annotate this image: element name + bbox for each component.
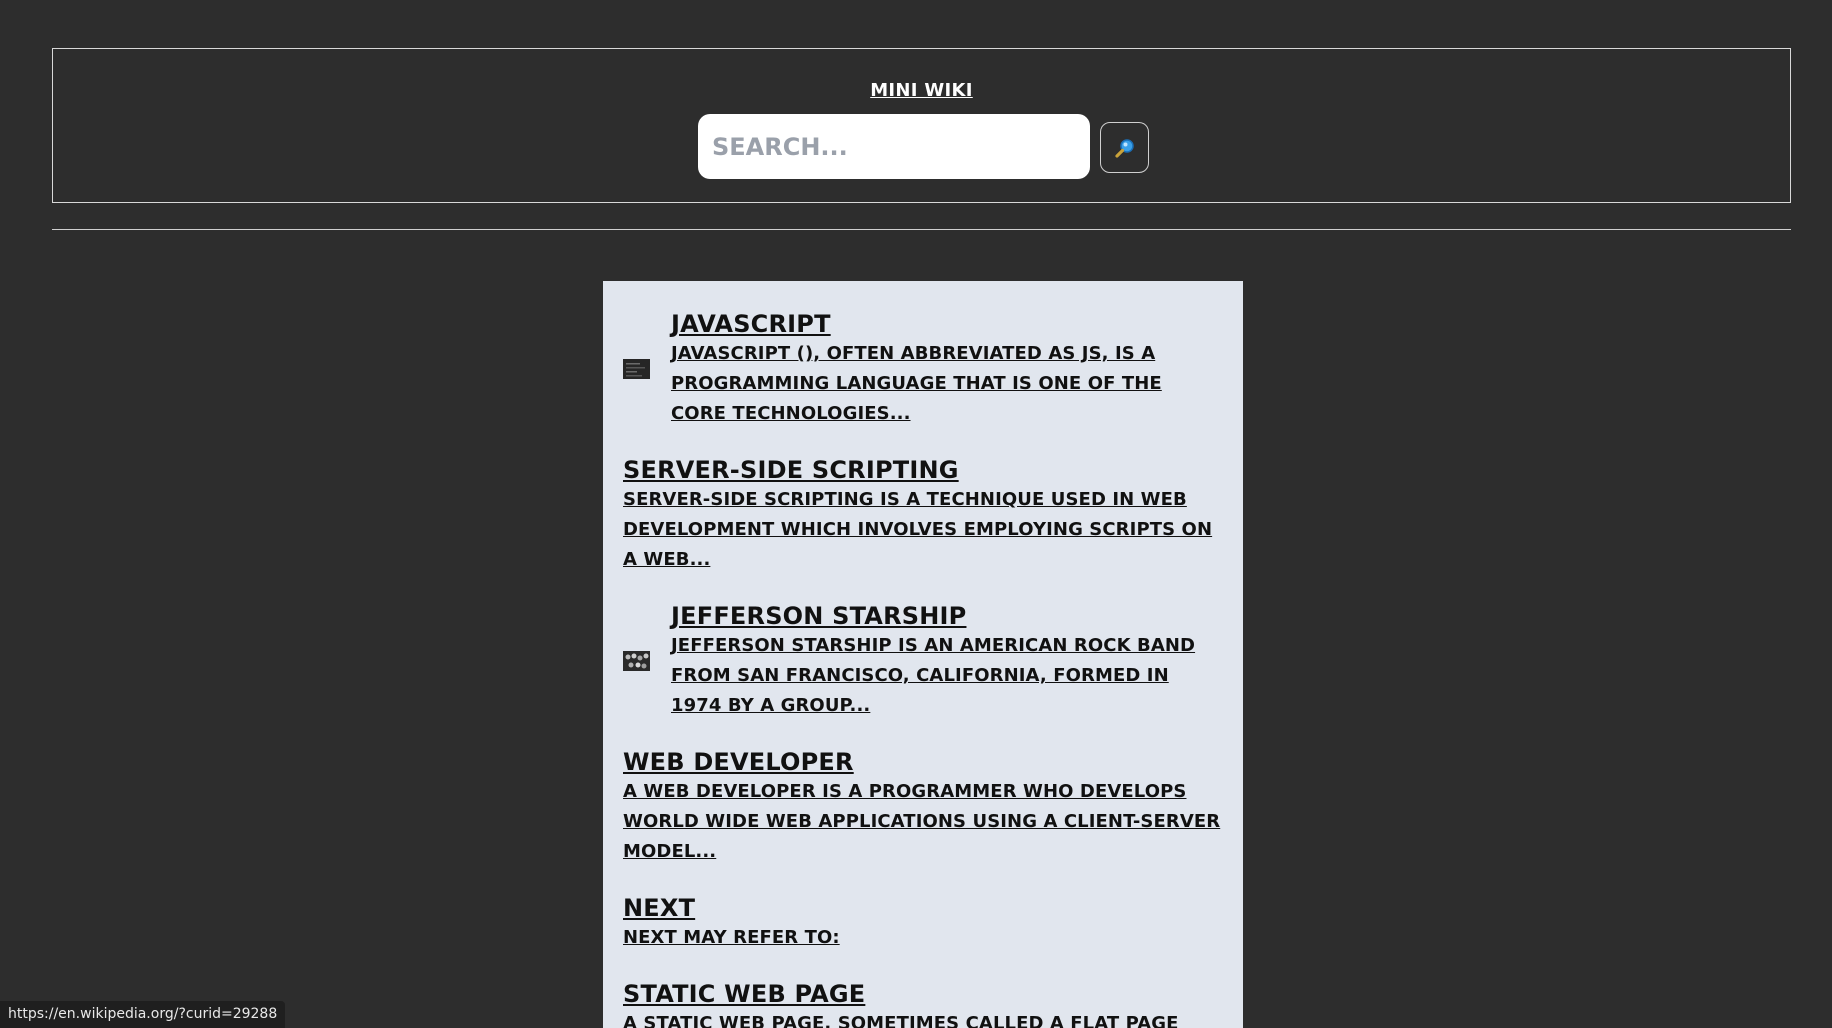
site-title[interactable]: MINI WIKI bbox=[53, 80, 1790, 101]
result-snippet[interactable]: A STATIC WEB PAGE, SOMETIMES CALLED A FL… bbox=[623, 1009, 1223, 1028]
search-button[interactable] bbox=[1100, 122, 1149, 173]
magnifier-icon bbox=[1114, 138, 1134, 158]
result-snippet[interactable]: JAVASCRIPT (), OFTEN ABBREVIATED AS JS, … bbox=[671, 339, 1223, 429]
status-bar-url: https://en.wikipedia.org/?curid=29288 bbox=[0, 1001, 286, 1028]
result-item[interactable]: JEFFERSON STARSHIP JEFFERSON STARSHIP IS… bbox=[623, 601, 1223, 721]
search-input[interactable] bbox=[698, 114, 1090, 179]
result-title[interactable]: JEFFERSON STARSHIP bbox=[671, 601, 1223, 631]
result-item[interactable]: JAVASCRIPT JAVASCRIPT (), OFTEN ABBREVIA… bbox=[623, 309, 1223, 429]
result-snippet[interactable]: SERVER-SIDE SCRIPTING IS A TECHNIQUE USE… bbox=[623, 485, 1223, 575]
result-snippet[interactable]: A WEB DEVELOPER IS A PROGRAMMER WHO DEVE… bbox=[623, 777, 1223, 867]
header: MINI WIKI bbox=[52, 48, 1791, 203]
header-divider bbox=[52, 229, 1791, 230]
result-snippet[interactable]: JEFFERSON STARSHIP IS AN AMERICAN ROCK B… bbox=[671, 631, 1223, 721]
result-item[interactable]: SERVER-SIDE SCRIPTING SERVER-SIDE SCRIPT… bbox=[623, 455, 1223, 575]
jefferson-starship-thumbnail bbox=[623, 651, 650, 671]
javascript-thumbnail bbox=[623, 359, 650, 379]
result-item[interactable]: NEXT NEXT MAY REFER TO: bbox=[623, 893, 1223, 953]
result-snippet[interactable]: NEXT MAY REFER TO: bbox=[623, 923, 1223, 953]
result-title[interactable]: SERVER-SIDE SCRIPTING bbox=[623, 455, 1223, 485]
result-title[interactable]: NEXT bbox=[623, 893, 1223, 923]
result-title[interactable]: STATIC WEB PAGE bbox=[623, 979, 1223, 1009]
result-item[interactable]: WEB DEVELOPER A WEB DEVELOPER IS A PROGR… bbox=[623, 747, 1223, 867]
results-list: JAVASCRIPT JAVASCRIPT (), OFTEN ABBREVIA… bbox=[603, 281, 1243, 1028]
result-item[interactable]: STATIC WEB PAGE A STATIC WEB PAGE, SOMET… bbox=[623, 979, 1223, 1028]
result-title[interactable]: WEB DEVELOPER bbox=[623, 747, 1223, 777]
page: MINI WIKI JAVASCRIPT JAVASCRIPT (), OFTE… bbox=[0, 0, 1832, 1028]
result-title[interactable]: JAVASCRIPT bbox=[671, 309, 1223, 339]
